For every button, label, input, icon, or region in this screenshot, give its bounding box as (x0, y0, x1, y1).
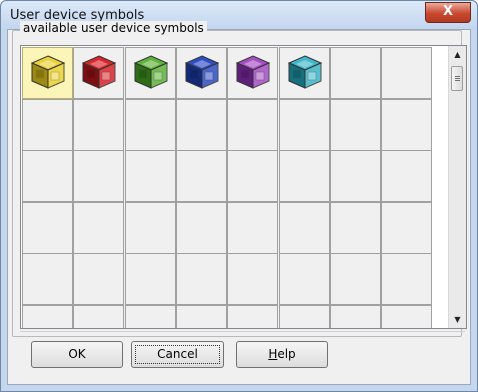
symbol-cell-yellow[interactable] (22, 47, 73, 99)
empty-symbol-cell[interactable] (22, 99, 73, 151)
empty-symbol-cell[interactable] (279, 99, 330, 151)
empty-symbol-cell[interactable] (73, 305, 124, 328)
empty-symbol-cell[interactable] (330, 202, 381, 254)
empty-symbol-cell[interactable] (125, 305, 176, 328)
vertical-scrollbar[interactable]: ▲ ▼ (448, 46, 466, 328)
empty-symbol-cell[interactable] (279, 150, 330, 202)
empty-symbol-cell[interactable] (227, 202, 278, 254)
device-cube-icon (287, 55, 323, 89)
symbol-grid-frame: ▲ ▼ (20, 45, 467, 329)
symbol-grid (22, 47, 432, 328)
empty-symbol-cell[interactable] (176, 202, 227, 254)
empty-symbol-cell[interactable] (73, 150, 124, 202)
empty-symbol-cell[interactable] (381, 99, 432, 151)
device-cube-icon (30, 55, 66, 89)
close-icon: X (442, 4, 454, 19)
scroll-thumb[interactable] (451, 66, 463, 91)
empty-symbol-cell[interactable] (73, 99, 124, 151)
empty-symbol-cell[interactable] (330, 99, 381, 151)
scroll-down-arrow-icon[interactable]: ▼ (449, 311, 466, 328)
symbol-cell-cyan[interactable] (279, 47, 330, 99)
empty-symbol-cell[interactable] (73, 202, 124, 254)
symbol-cell-red[interactable] (73, 47, 124, 99)
empty-symbol-cell[interactable] (381, 47, 432, 99)
empty-symbol-cell[interactable] (381, 253, 432, 305)
empty-symbol-cell[interactable] (125, 99, 176, 151)
focus-rectangle (135, 345, 220, 364)
help-button[interactable]: Help (236, 341, 328, 368)
empty-symbol-cell[interactable] (330, 150, 381, 202)
empty-symbol-cell[interactable] (125, 202, 176, 254)
empty-symbol-cell[interactable] (381, 202, 432, 254)
empty-symbol-cell[interactable] (22, 253, 73, 305)
buttons-separator (20, 331, 465, 332)
empty-symbol-cell[interactable] (330, 305, 381, 328)
empty-symbol-cell[interactable] (73, 253, 124, 305)
symbol-cell-purple[interactable] (227, 47, 278, 99)
empty-symbol-cell[interactable] (381, 150, 432, 202)
empty-symbol-cell[interactable] (381, 305, 432, 328)
empty-symbol-cell[interactable] (176, 305, 227, 328)
close-button[interactable]: X (425, 2, 471, 23)
ok-button[interactable]: OK (31, 341, 123, 368)
device-cube-icon (133, 55, 169, 89)
symbol-cell-green[interactable] (125, 47, 176, 99)
symbol-cell-blue[interactable] (176, 47, 227, 99)
empty-symbol-cell[interactable] (330, 253, 381, 305)
empty-symbol-cell[interactable] (227, 253, 278, 305)
help-button-label: Help (268, 347, 296, 361)
empty-symbol-cell[interactable] (22, 150, 73, 202)
device-cube-icon (81, 55, 117, 89)
groupbox-label: available user device symbols (20, 21, 207, 35)
empty-symbol-cell[interactable] (279, 305, 330, 328)
ok-button-label: OK (68, 347, 86, 361)
empty-symbol-cell[interactable] (125, 150, 176, 202)
empty-symbol-cell[interactable] (227, 99, 278, 151)
cancel-button[interactable]: Cancel (131, 341, 224, 368)
empty-symbol-cell[interactable] (22, 202, 73, 254)
scroll-up-arrow-icon[interactable]: ▲ (449, 46, 466, 63)
empty-symbol-cell[interactable] (22, 305, 73, 328)
empty-symbol-cell[interactable] (279, 253, 330, 305)
empty-symbol-cell[interactable] (125, 253, 176, 305)
empty-symbol-cell[interactable] (279, 202, 330, 254)
empty-symbol-cell[interactable] (176, 253, 227, 305)
empty-symbol-cell[interactable] (330, 47, 381, 99)
device-cube-icon (184, 55, 220, 89)
device-cube-icon (235, 55, 271, 89)
empty-symbol-cell[interactable] (176, 99, 227, 151)
empty-symbol-cell[interactable] (227, 150, 278, 202)
empty-symbol-cell[interactable] (176, 150, 227, 202)
empty-symbol-cell[interactable] (227, 305, 278, 328)
